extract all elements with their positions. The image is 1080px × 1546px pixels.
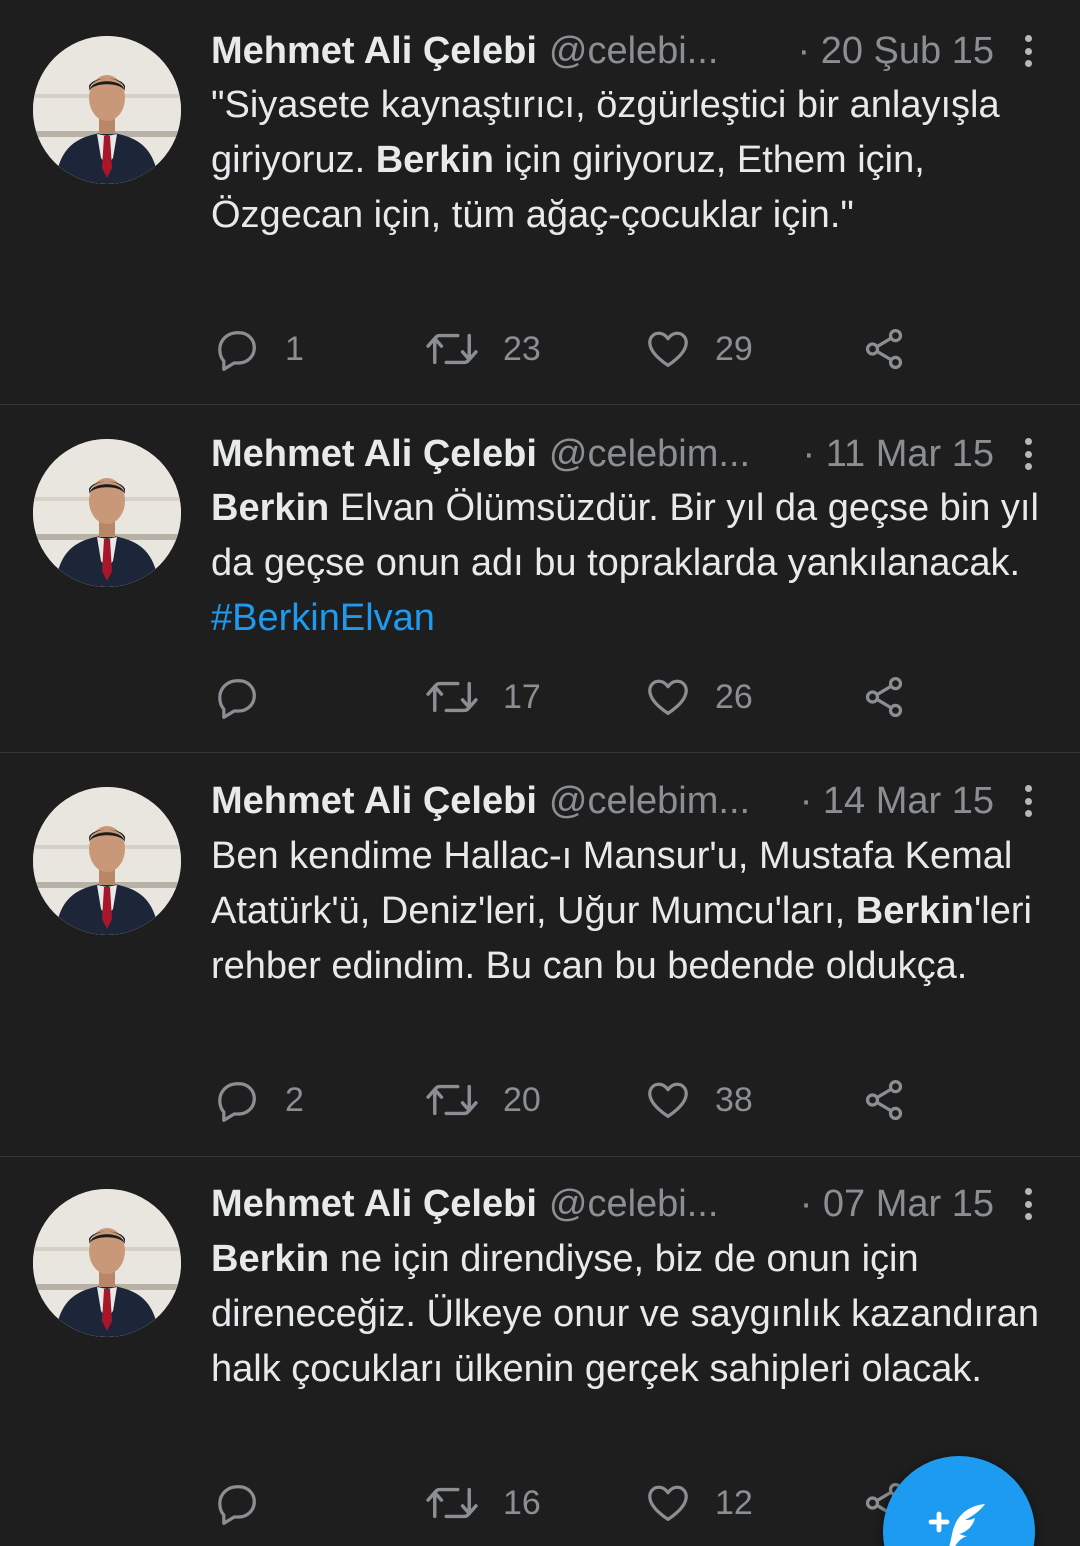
share-icon <box>865 1079 903 1121</box>
retweet-count: 17 <box>503 677 541 716</box>
tweet-text-segment: ne için direndiyse, biz de onun için dir… <box>211 1238 1040 1390</box>
more-vertical-icon[interactable] <box>1016 31 1040 71</box>
tweet-date[interactable]: · 07 Mar 15 <box>790 1183 994 1226</box>
tweet-actions: 1 23 29 <box>211 324 931 374</box>
reply-bubble-icon <box>218 1082 256 1122</box>
tweet-actions: 16 12 <box>211 1478 931 1528</box>
tweet-header: Mehmet Ali Çelebi @celebim... · 11 Mar 1… <box>211 429 1040 479</box>
heart-icon <box>648 331 688 367</box>
like-button[interactable]: 26 <box>645 672 753 722</box>
retweet-count: 20 <box>503 1080 541 1119</box>
reply-count: 2 <box>285 1080 304 1119</box>
like-count: 26 <box>715 677 753 716</box>
retweet-arrows-icon <box>426 1487 478 1519</box>
reply-bubble-icon <box>218 331 256 371</box>
keyword-bold: Berkin <box>211 1238 330 1280</box>
reply-button[interactable]: 1 <box>215 324 304 374</box>
like-button[interactable]: 29 <box>645 324 753 374</box>
share-button[interactable] <box>861 1075 927 1125</box>
user-handle[interactable]: @celebim... <box>549 433 750 476</box>
retweet-arrows-icon <box>426 333 478 365</box>
keyword-bold: Berkin <box>855 890 975 932</box>
tweet-date[interactable]: · 20 Şub 15 <box>788 30 994 73</box>
display-name[interactable]: Mehmet Ali Çelebi <box>211 1183 537 1226</box>
hashtag-link[interactable]: #BerkinElvan <box>211 597 435 639</box>
reply-bubble-icon <box>218 1485 256 1525</box>
tweet-text-segment: Elvan Ölümsüzdür. Bir yıl da geçse bin y… <box>211 487 1039 584</box>
tweet-text: "Siyasete kaynaştırıcı, özgürleştici bir… <box>211 78 1040 243</box>
tweet-header: Mehmet Ali Çelebi @celebi... · 20 Şub 15 <box>211 26 1040 76</box>
retweet-button[interactable]: 20 <box>425 1075 541 1125</box>
tweet-text: Ben kendime Hallac-ı Mansur'u, Mustafa K… <box>211 829 1040 994</box>
heart-icon <box>648 1082 688 1118</box>
tweet-header: Mehmet Ali Çelebi @celebim... · 14 Mar 1… <box>211 776 1040 826</box>
reply-count: 1 <box>285 329 304 368</box>
tweet-header: Mehmet Ali Çelebi @celebi... · 07 Mar 15 <box>211 1179 1040 1229</box>
tweet-actions: 2 20 38 <box>211 1075 931 1125</box>
like-count: 29 <box>715 329 753 368</box>
like-count: 38 <box>715 1080 753 1119</box>
keyword-bold: Berkin <box>211 487 330 529</box>
display-name[interactable]: Mehmet Ali Çelebi <box>211 780 537 823</box>
retweet-button[interactable]: 16 <box>425 1478 541 1528</box>
share-button[interactable] <box>861 324 927 374</box>
display-name[interactable]: Mehmet Ali Çelebi <box>211 30 537 73</box>
more-vertical-icon[interactable] <box>1016 781 1040 821</box>
reply-button[interactable] <box>215 672 285 722</box>
reply-button[interactable]: 2 <box>215 1075 304 1125</box>
share-button[interactable] <box>861 672 927 722</box>
user-handle[interactable]: @celebim... <box>549 780 750 823</box>
user-handle[interactable]: @celebi... <box>549 30 719 73</box>
like-count: 12 <box>715 1483 753 1522</box>
retweet-count: 16 <box>503 1483 541 1522</box>
more-vertical-icon[interactable] <box>1016 1184 1040 1224</box>
profile-photo-icon <box>33 1189 181 1337</box>
tweet-actions: 17 26 <box>211 672 931 722</box>
heart-icon <box>648 1485 688 1521</box>
display-name[interactable]: Mehmet Ali Çelebi <box>211 433 537 476</box>
reply-bubble-icon <box>218 679 256 719</box>
profile-photo-icon <box>33 787 181 935</box>
avatar[interactable] <box>33 439 181 587</box>
retweet-count: 23 <box>503 329 541 368</box>
tweet-1[interactable]: Mehmet Ali Çelebi @celebi... · 20 Şub 15… <box>0 0 1080 405</box>
like-button[interactable]: 38 <box>645 1075 753 1125</box>
profile-photo-icon <box>33 439 181 587</box>
tweet-date[interactable]: · 11 Mar 15 <box>793 433 994 476</box>
keyword-bold: Berkin <box>375 139 494 181</box>
retweet-arrows-icon <box>426 681 478 713</box>
avatar[interactable] <box>33 1189 181 1337</box>
tweet-text: Berkin ne için direndiyse, biz de onun i… <box>211 1232 1040 1397</box>
more-vertical-icon[interactable] <box>1016 434 1040 474</box>
user-handle[interactable]: @celebi... <box>549 1183 719 1226</box>
share-icon <box>865 328 903 370</box>
heart-icon <box>648 679 688 715</box>
avatar[interactable] <box>33 787 181 935</box>
reply-button[interactable] <box>215 1478 285 1528</box>
profile-photo-icon <box>33 36 181 184</box>
retweet-button[interactable]: 17 <box>425 672 541 722</box>
avatar[interactable] <box>33 36 181 184</box>
retweet-arrows-icon <box>426 1084 478 1116</box>
retweet-button[interactable]: 23 <box>425 324 541 374</box>
tweet-3[interactable]: Mehmet Ali Çelebi @celebim... · 14 Mar 1… <box>0 753 1080 1157</box>
tweet-2[interactable]: Mehmet Ali Çelebi @celebim... · 11 Mar 1… <box>0 405 1080 753</box>
compose-feather-icon <box>928 1504 985 1546</box>
like-button[interactable]: 12 <box>645 1478 753 1528</box>
tweet-date[interactable]: · 14 Mar 15 <box>790 780 994 823</box>
share-icon <box>865 676 903 718</box>
tweet-text: Berkin Elvan Ölümsüzdür. Bir yıl da geçs… <box>211 481 1040 646</box>
timeline: Mehmet Ali Çelebi @celebi... · 20 Şub 15… <box>0 0 1080 1546</box>
